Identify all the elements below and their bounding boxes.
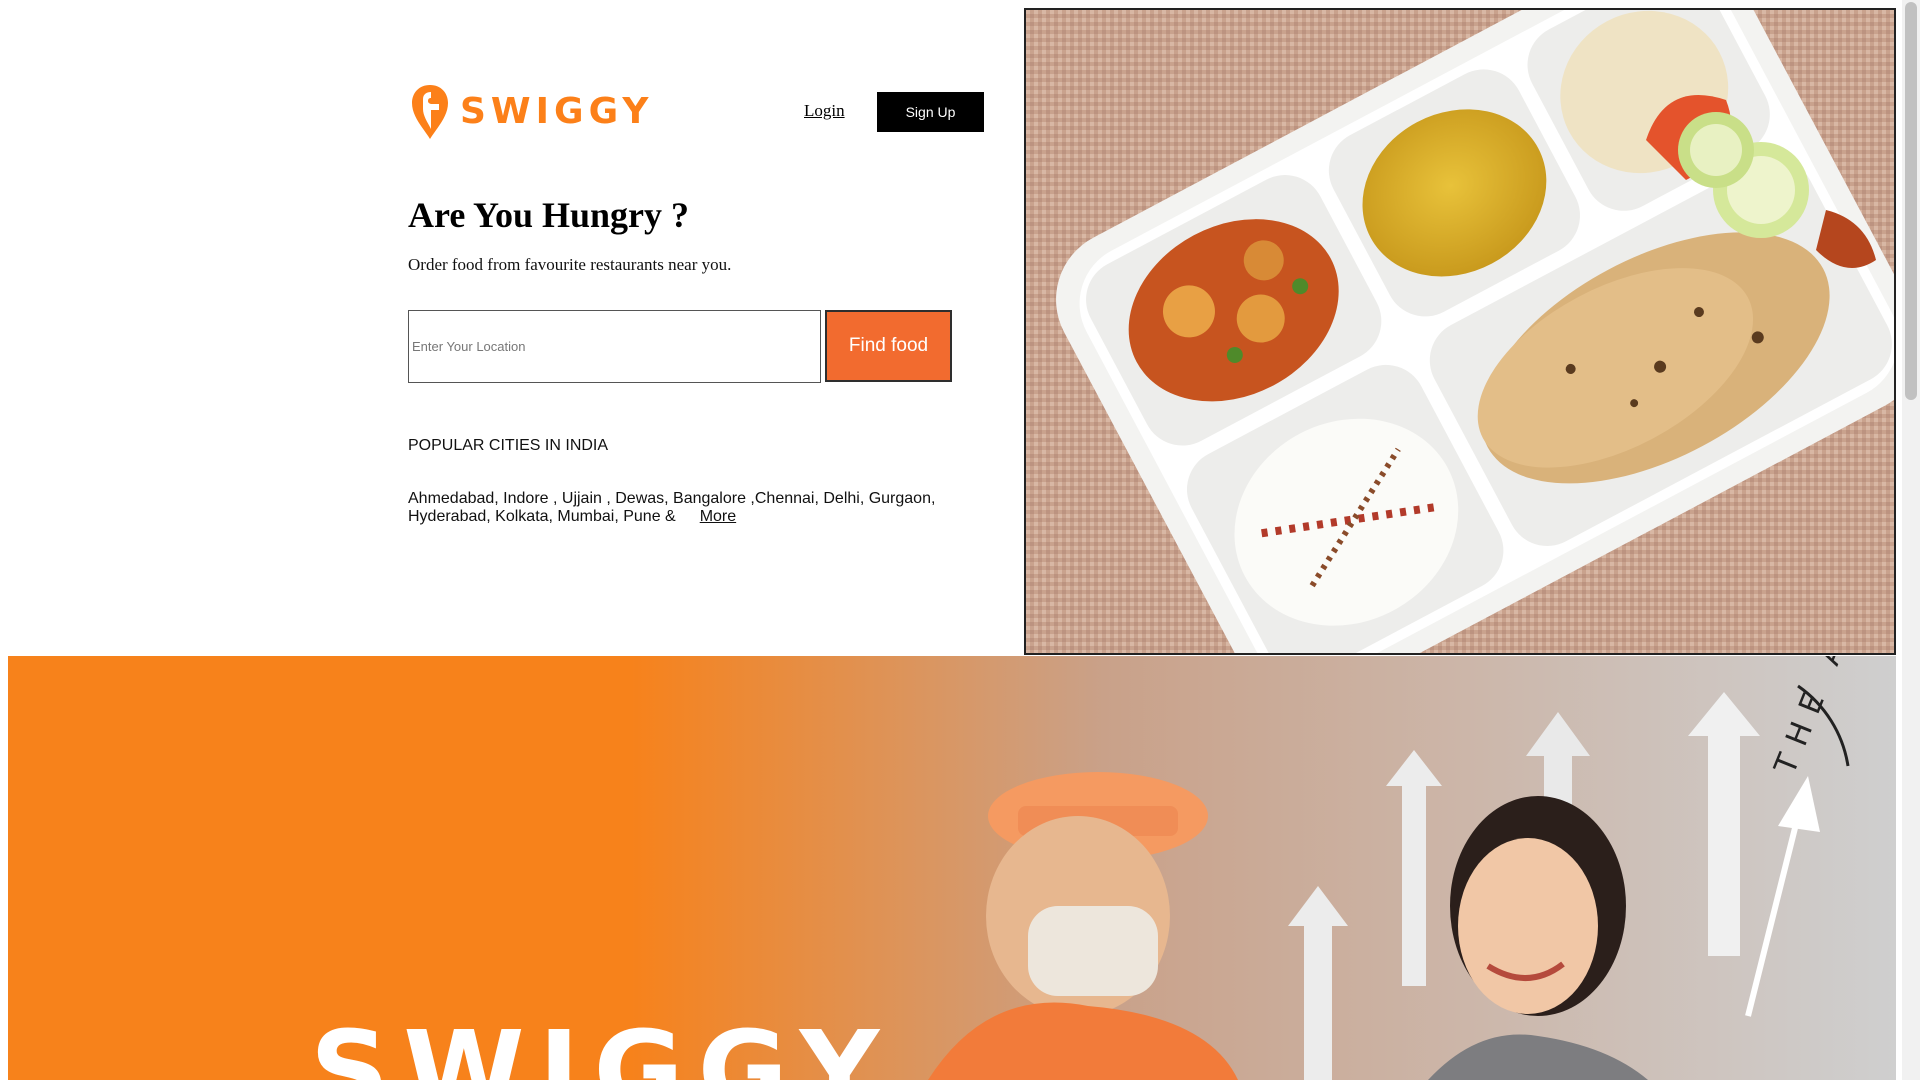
scrollbar-thumb[interactable] [1905, 2, 1917, 400]
promo-brand-word: SWIGGY [310, 1007, 894, 1080]
popular-cities-list: Ahmedabad, Indore , Ujjain , Dewas, Bang… [408, 490, 968, 526]
hero-food-image [1024, 8, 1896, 655]
thali-plate-illustration [1026, 10, 1894, 653]
find-food-button[interactable]: Find food [825, 310, 952, 382]
swiggy-pin-icon [412, 85, 448, 139]
login-link[interactable]: Login [804, 101, 845, 121]
signup-button[interactable]: Sign Up [877, 92, 984, 132]
more-cities-link[interactable]: More [700, 508, 736, 525]
promo-banner: SWIGGY THE ARC [8, 656, 1896, 1080]
popular-cities-heading: POPULAR CITIES IN INDIA [408, 437, 609, 454]
promo-banner-illustration [8, 656, 1896, 1080]
cities-list-text: Ahmedabad, Indore , Ujjain , Dewas, Bang… [408, 490, 936, 525]
swiggy-logo[interactable]: SWIGGY [410, 82, 653, 142]
hero-headline: Are You Hungry ? [408, 195, 690, 235]
landing-page: SWIGGY Login Sign Up Are You Hungry ? Or… [0, 0, 1920, 1080]
logo-wordmark: SWIGGY [460, 91, 654, 132]
location-input[interactable] [408, 310, 821, 383]
page-scrollbar[interactable] [1902, 0, 1920, 1080]
hero-subline: Order food from favourite restaurants ne… [408, 255, 732, 274]
